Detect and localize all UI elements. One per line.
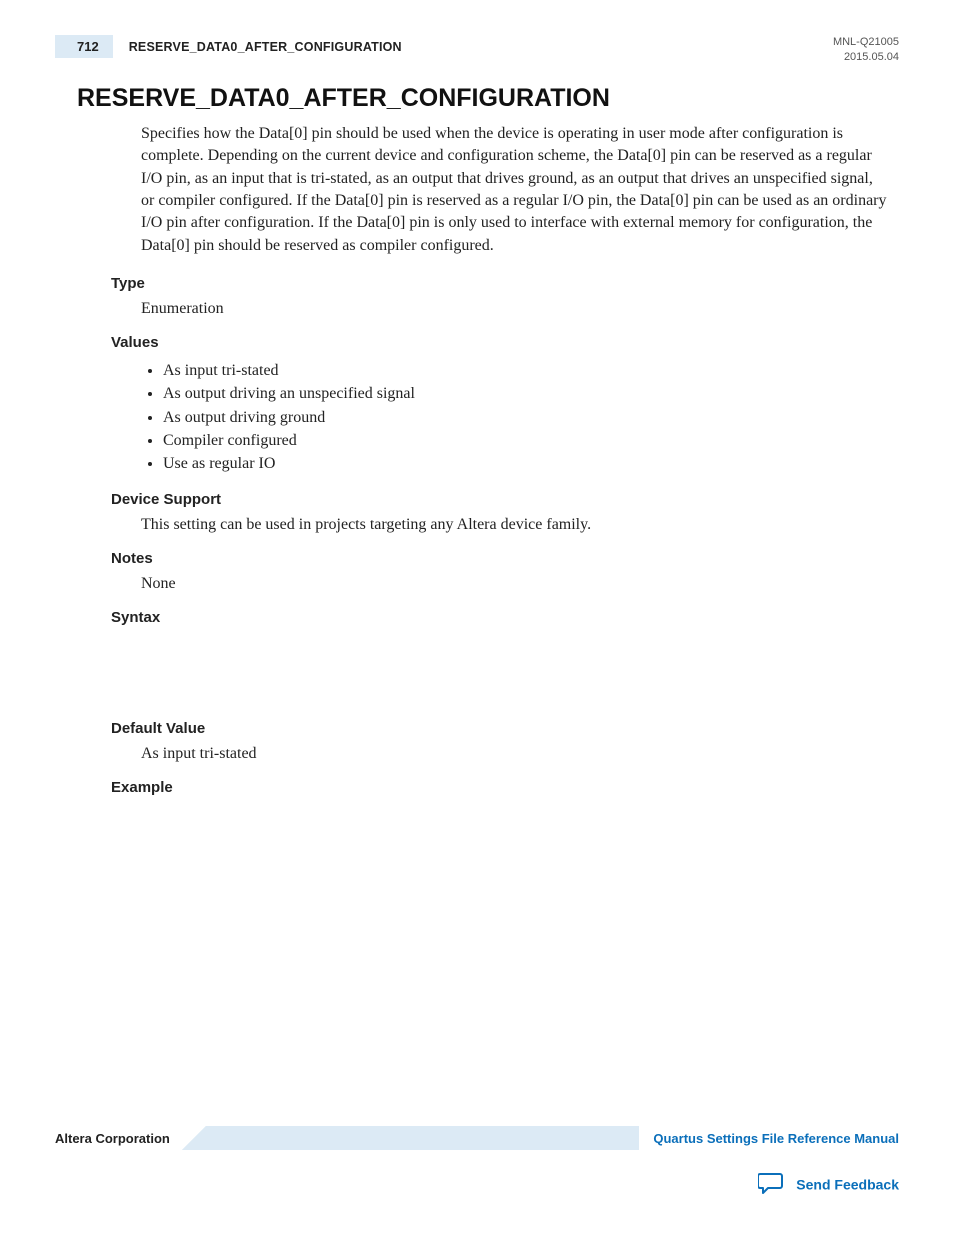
notes-value: None [141,575,889,593]
device-support-value: This setting can be used in projects tar… [141,516,889,534]
list-item: As input tri-stated [163,359,889,382]
page-container: 712 RESERVE_DATA0_AFTER_CONFIGURATION MN… [0,0,954,1235]
running-title: RESERVE_DATA0_AFTER_CONFIGURATION [129,40,402,54]
type-heading: Type [111,275,889,292]
page-footer: Altera Corporation Quartus Settings File… [0,1126,954,1197]
device-support-heading: Device Support [111,491,889,508]
type-value: Enumeration [141,300,889,318]
content-body: Specifies how the Data[0] pin should be … [141,123,889,796]
list-item: As output driving an unspecified signal [163,382,889,405]
page-title: RESERVE_DATA0_AFTER_CONFIGURATION [77,84,899,113]
footer-company: Altera Corporation [55,1131,182,1146]
footer-separator [182,1126,640,1150]
notes-heading: Notes [111,550,889,567]
syntax-placeholder [141,634,889,704]
list-item: Compiler configured [163,429,889,452]
footer-bar: Altera Corporation Quartus Settings File… [55,1126,899,1150]
doc-date: 2015.05.04 [833,50,899,65]
header-right: MNL-Q21005 2015.05.04 [833,35,899,66]
description-paragraph: Specifies how the Data[0] pin should be … [141,123,889,257]
syntax-heading: Syntax [111,609,889,626]
send-feedback-link[interactable]: Send Feedback [796,1177,899,1193]
feedback-row: Send Feedback [55,1172,899,1197]
doc-id: MNL-Q21005 [833,35,899,50]
values-heading: Values [111,334,889,351]
header-left: 712 RESERVE_DATA0_AFTER_CONFIGURATION [55,35,402,58]
footer-manual-link[interactable]: Quartus Settings File Reference Manual [639,1131,899,1146]
values-list: As input tri-stated As output driving an… [141,359,889,475]
list-item: Use as regular IO [163,452,889,475]
example-heading: Example [111,779,889,796]
list-item: As output driving ground [163,406,889,429]
default-value-heading: Default Value [111,720,889,737]
default-value-value: As input tri-stated [141,745,889,763]
comment-icon [758,1172,784,1197]
page-header: 712 RESERVE_DATA0_AFTER_CONFIGURATION MN… [55,35,899,66]
page-number: 712 [55,35,113,58]
